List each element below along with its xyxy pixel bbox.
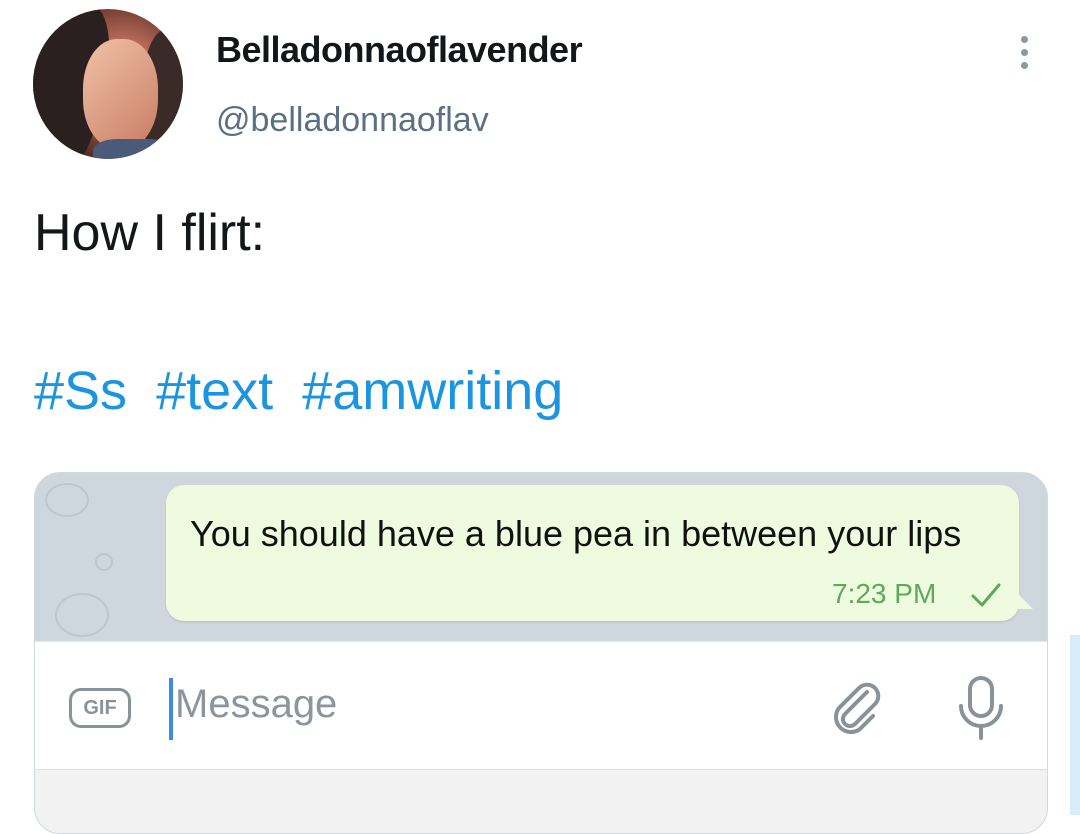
avatar[interactable] bbox=[33, 9, 183, 159]
more-vertical-icon[interactable] bbox=[1016, 36, 1032, 76]
hashtag-link[interactable]: #Ss bbox=[34, 361, 127, 421]
microphone-icon[interactable] bbox=[955, 674, 1007, 744]
scroll-indicator bbox=[1070, 635, 1080, 815]
user-handle[interactable]: @belladonnaoflav bbox=[216, 101, 489, 140]
chat-message-bubble: You should have a blue pea in between yo… bbox=[166, 485, 1019, 621]
hashtag-list: #Ss #text #amwriting bbox=[34, 360, 577, 422]
chat-message-text: You should have a blue pea in between yo… bbox=[190, 513, 962, 554]
keyboard-toolbar bbox=[35, 769, 1047, 833]
tweet-media-image[interactable]: You should have a blue pea in between yo… bbox=[34, 472, 1048, 834]
hashtag-link[interactable]: #amwriting bbox=[302, 361, 563, 421]
tweet-text: How I flirt: bbox=[34, 204, 266, 262]
message-input[interactable]: Message bbox=[175, 682, 337, 727]
hashtag-link[interactable]: #text bbox=[156, 361, 273, 421]
message-time: 7:23 PM bbox=[832, 578, 937, 609]
text-cursor bbox=[169, 678, 173, 740]
display-name[interactable]: Belladonnaoflavender bbox=[216, 29, 583, 71]
gif-button[interactable]: GIF bbox=[69, 688, 131, 728]
paperclip-icon[interactable] bbox=[827, 678, 887, 738]
chat-doodle bbox=[45, 483, 89, 517]
chat-doodle bbox=[95, 553, 113, 571]
chat-doodle bbox=[55, 593, 109, 637]
message-input-bar: GIF Message bbox=[35, 641, 1047, 770]
avatar-face bbox=[83, 39, 158, 149]
avatar-shirt bbox=[93, 139, 173, 159]
checkmark-icon bbox=[971, 583, 1001, 607]
